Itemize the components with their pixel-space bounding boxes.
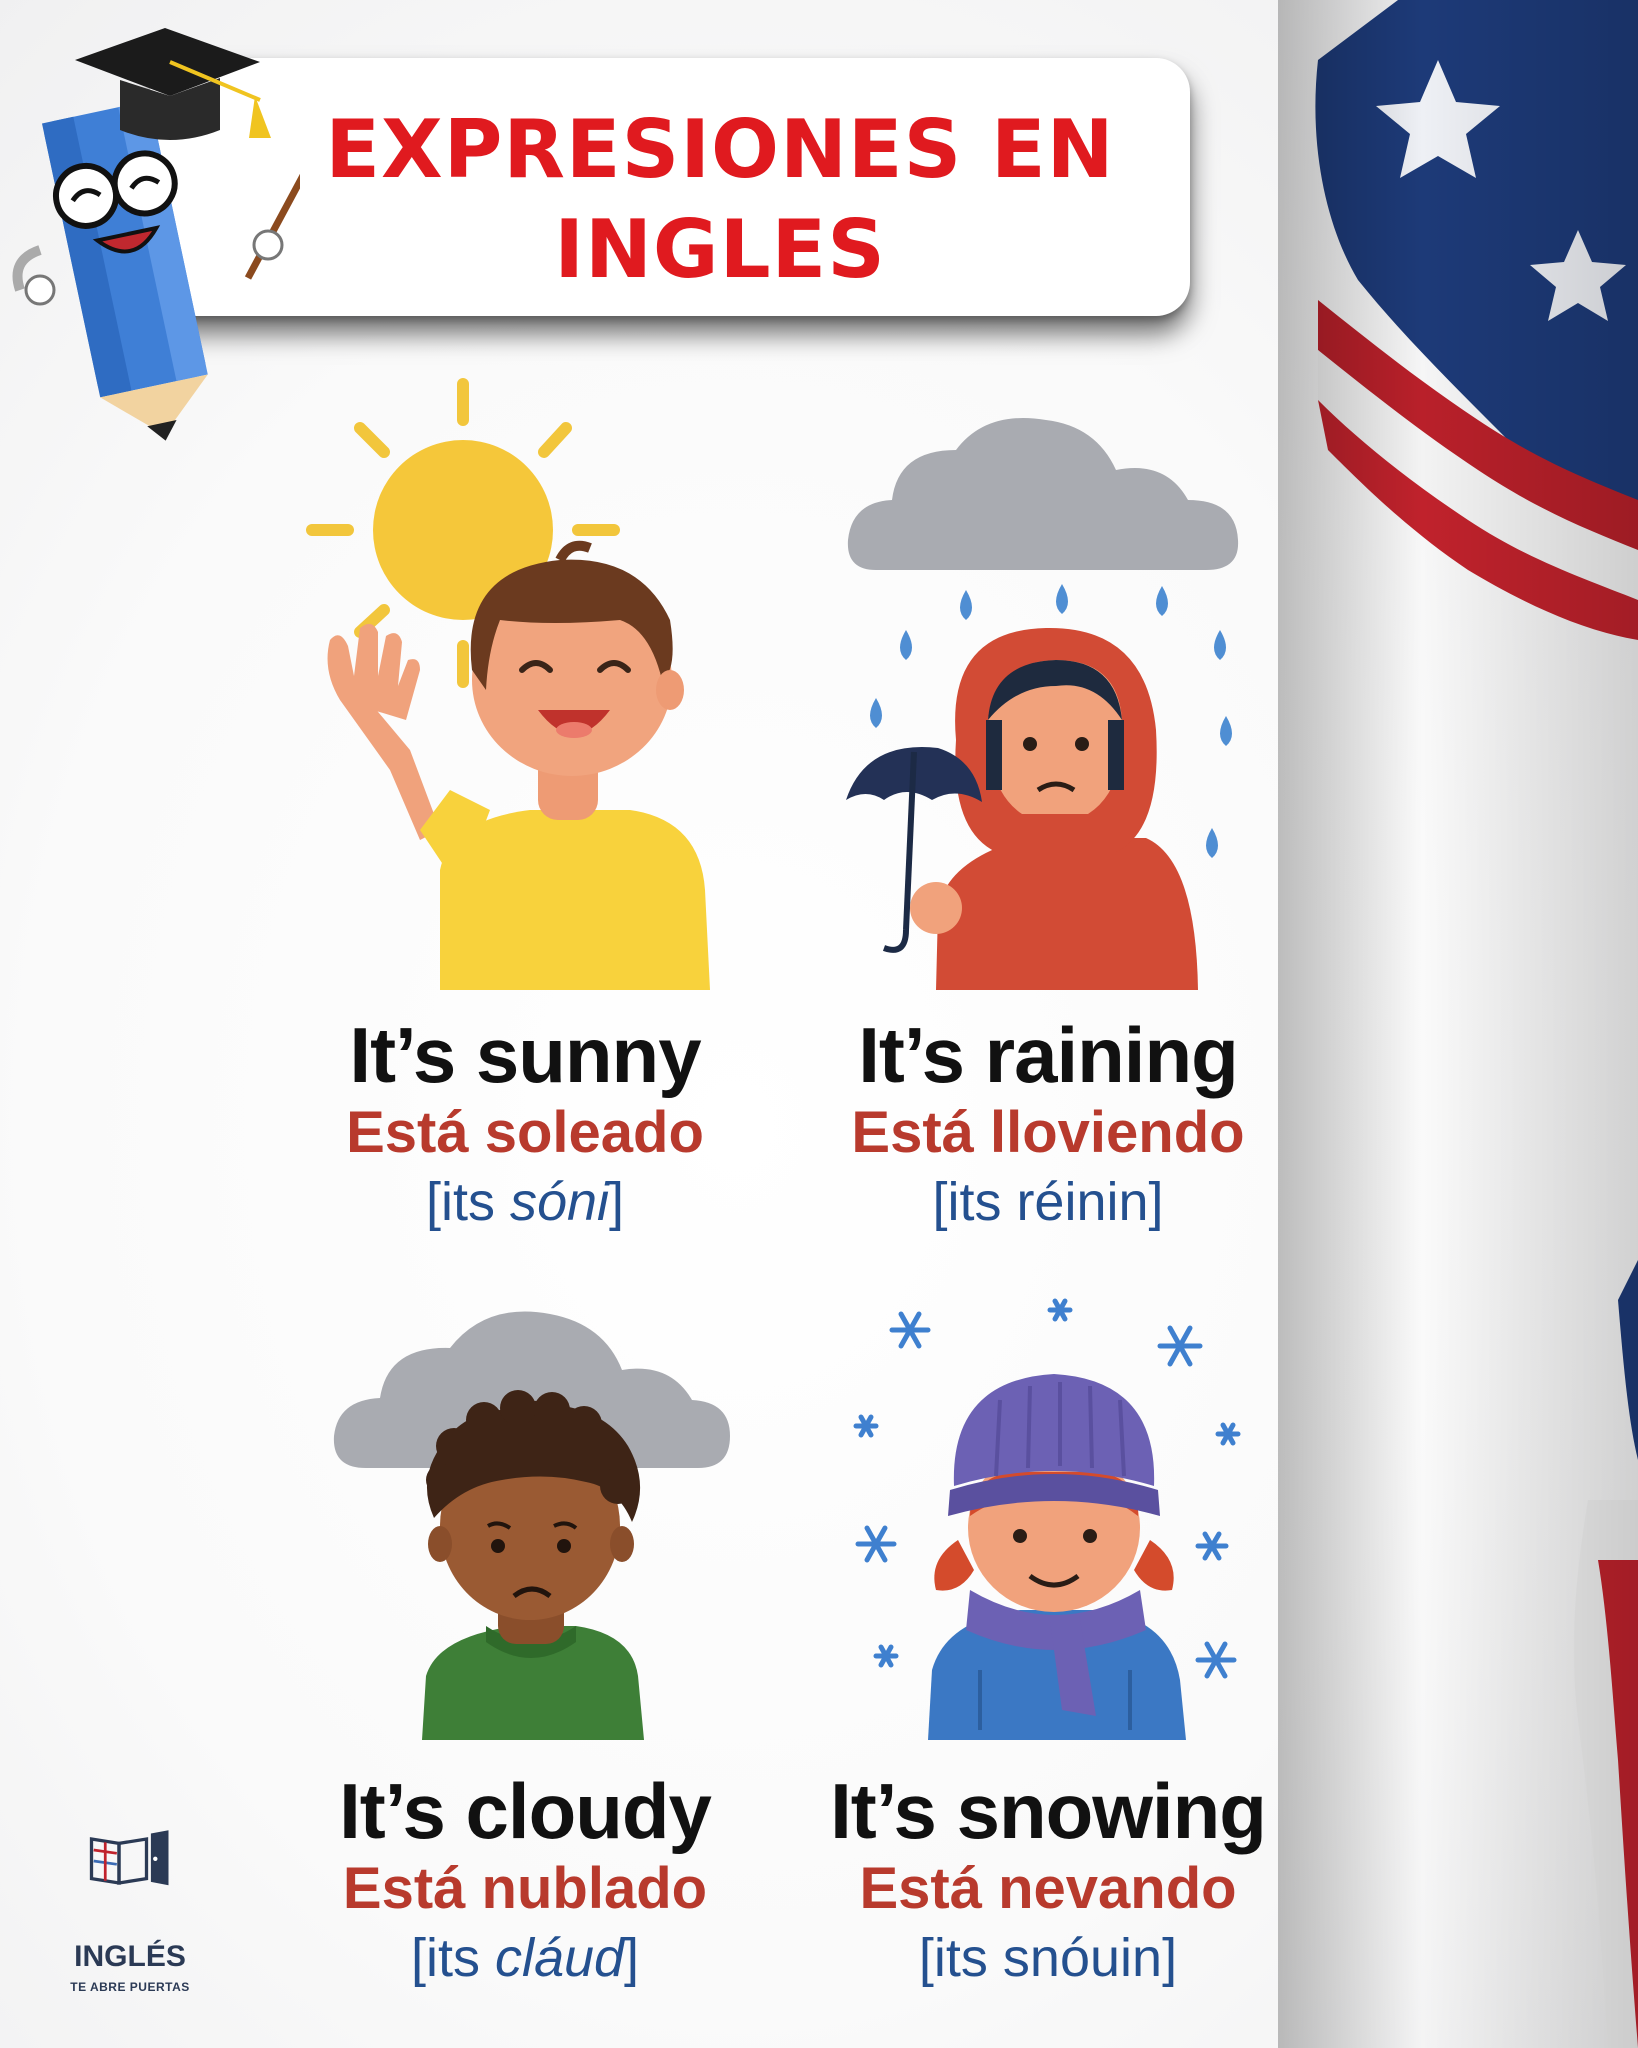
- pron-close: ]: [624, 1928, 640, 1988]
- pron-word: sóni: [509, 1172, 610, 1232]
- pronunciation: [its cláud]: [245, 1924, 805, 1992]
- pron-word: snóuin: [1002, 1928, 1163, 1988]
- english-phrase: It’s snowing: [830, 1767, 1267, 1855]
- title-line-1: EXPRESIONES EN: [325, 103, 1115, 196]
- pron-open: [its: [425, 1172, 510, 1232]
- card-sunny: It’s sunny Está soleado [its sóni]: [245, 1012, 805, 1236]
- spanish-translation: Está lloviendo: [851, 1100, 1245, 1165]
- pronunciation: [its snóuin]: [768, 1924, 1328, 1992]
- pencil-mascot-icon: [12, 28, 300, 441]
- pron-close: ]: [1148, 1172, 1164, 1232]
- spanish-translation: Está soleado: [346, 1100, 704, 1165]
- pron-close: ]: [1162, 1928, 1178, 1988]
- pron-open: [its: [918, 1928, 1003, 1988]
- poster: EXPRESIONES EN INGLES It’s sunny Está so…: [0, 0, 1638, 2048]
- spanish-translation: Está nevando: [859, 1856, 1237, 1921]
- pron-close: ]: [609, 1172, 625, 1232]
- english-phrase: It’s cloudy: [339, 1767, 712, 1855]
- logo-name: INGLÉS: [74, 1940, 186, 1973]
- pron-word: cláud: [494, 1928, 625, 1988]
- english-phrase: It’s raining: [858, 1011, 1239, 1099]
- card-raining: It’s raining Está lloviendo [its réinin]: [768, 1012, 1328, 1236]
- spanish-translation: Está nublado: [342, 1856, 708, 1921]
- pronunciation: [its sóni]: [245, 1168, 805, 1236]
- pron-open: [its: [932, 1172, 1017, 1232]
- pron-word: réinin: [1016, 1172, 1149, 1232]
- card-snowing: It’s snowing Está nevando [its snóuin]: [768, 1768, 1328, 1992]
- card-cloudy: It’s cloudy Está nublado [its cláud]: [245, 1768, 805, 1992]
- snowing-illustration: [853, 1298, 1241, 1740]
- pron-open: [its: [410, 1928, 495, 1988]
- logo-tagline: TE ABRE PUERTAS: [70, 1980, 190, 1994]
- english-phrase: It’s sunny: [349, 1011, 701, 1099]
- book-door-logo-icon: [89, 1830, 169, 1886]
- page-title: EXPRESIONES EN INGLES: [300, 100, 1140, 300]
- raining-illustration: [846, 418, 1239, 990]
- us-flag-decoration: [1278, 0, 1638, 2048]
- title-line-2: INGLES: [554, 203, 886, 296]
- cloudy-illustration: [333, 1311, 730, 1740]
- pronunciation: [its réinin]: [768, 1168, 1328, 1236]
- sunny-illustration: [306, 378, 710, 990]
